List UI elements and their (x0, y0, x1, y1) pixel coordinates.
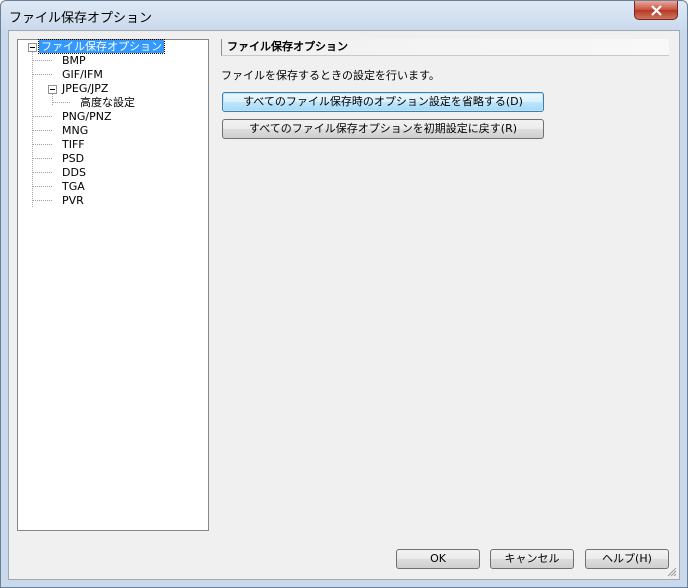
tree-item-label: JPEG/JPZ (62, 82, 109, 95)
tree-connector (52, 102, 70, 103)
title-bar[interactable]: ファイル保存オプション (1, 1, 687, 30)
options-tree[interactable]: ファイル保存オプション BMP GIF/IFM JPEG/JPZ 高度な設定 P… (17, 39, 209, 531)
tree-item-mng[interactable]: MNG (60, 124, 90, 138)
tree-connector (32, 116, 52, 117)
tree-item-label: TGA (62, 180, 85, 193)
tree-item-label: TIFF (62, 138, 85, 151)
tree-connector (32, 172, 52, 173)
tree-item-dds[interactable]: DDS (60, 166, 88, 180)
window-title: ファイル保存オプション (9, 11, 153, 26)
tree-connector (32, 60, 52, 61)
tree-item-gif[interactable]: GIF/IFM (60, 68, 105, 82)
tree-item-label: 高度な設定 (80, 96, 135, 109)
tree-item-label: DDS (62, 166, 86, 179)
tree-connector (32, 158, 52, 159)
reset-options-button[interactable]: すべてのファイル保存オプションを初期設定に戻す(R) (222, 119, 544, 139)
tree-item-bmp[interactable]: BMP (60, 54, 88, 68)
tree-item-tiff[interactable]: TIFF (60, 138, 87, 152)
close-button[interactable] (634, 1, 678, 20)
tree-item-png[interactable]: PNG/PNZ (60, 110, 114, 124)
tree-item-pvr[interactable]: PVR (60, 194, 86, 208)
tree-item-psd[interactable]: PSD (60, 152, 86, 166)
tree-connector (32, 130, 52, 131)
tree-item-label: PSD (62, 152, 85, 165)
collapse-icon[interactable] (48, 85, 57, 94)
tree-item-file-save-options[interactable]: ファイル保存オプション (38, 39, 165, 54)
tree-item-advanced[interactable]: 高度な設定 (78, 96, 137, 110)
tree-connector (32, 200, 52, 201)
collapse-icon[interactable] (28, 43, 37, 52)
tree-connector (32, 74, 52, 75)
dialog-client-area: ファイル保存オプション BMP GIF/IFM JPEG/JPZ 高度な設定 P… (8, 30, 680, 580)
tree-item-label: PVR (62, 194, 84, 207)
cancel-button[interactable]: キャンセル (490, 549, 574, 569)
ok-button[interactable]: OK (396, 549, 480, 569)
tree-item-tga[interactable]: TGA (60, 180, 87, 194)
tree-connector (32, 186, 52, 187)
panel-title: ファイル保存オプション (221, 39, 669, 56)
tree-item-label: MNG (62, 124, 89, 137)
tree-item-label: PNG/PNZ (62, 110, 112, 123)
dialog-window: ファイル保存オプション ファイル保存オプション BMP GIF/IFM JPEG… (0, 0, 688, 588)
resize-grip-icon[interactable] (667, 567, 677, 577)
tree-connector (32, 144, 52, 145)
tree-connector (52, 93, 53, 105)
skip-options-button[interactable]: すべてのファイル保存時のオプション設定を省略する(D) (222, 92, 544, 112)
tree-item-label: ファイル保存オプション (38, 39, 165, 54)
help-button[interactable]: ヘルプ(H) (585, 549, 669, 569)
panel-description: ファイルを保存するときの設定を行います。 (221, 69, 440, 82)
tree-item-jpeg[interactable]: JPEG/JPZ (60, 82, 110, 96)
tree-item-label: BMP (62, 54, 86, 67)
close-icon (651, 5, 662, 16)
tree-item-label: GIF/IFM (62, 68, 103, 81)
